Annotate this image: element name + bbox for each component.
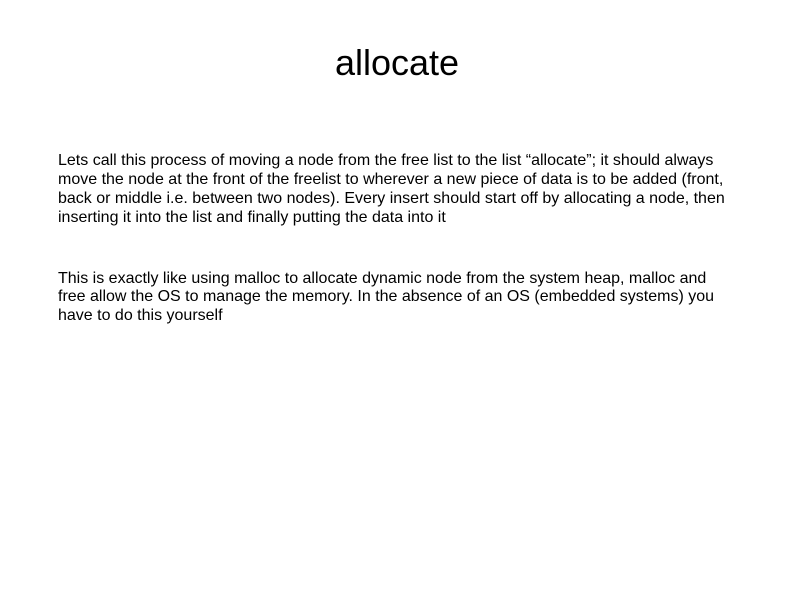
slide-title: allocate: [0, 42, 794, 84]
slide: allocate Lets call this process of movin…: [0, 0, 794, 595]
paragraph-1: Lets call this process of moving a node …: [58, 152, 736, 228]
slide-body: Lets call this process of moving a node …: [58, 152, 736, 368]
paragraph-2: This is exactly like using malloc to all…: [58, 270, 736, 327]
